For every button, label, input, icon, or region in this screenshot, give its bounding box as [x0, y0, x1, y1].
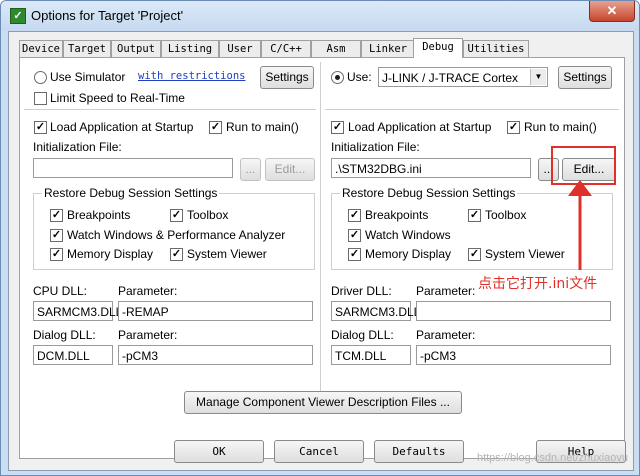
left-dialog-dll-input[interactable]: DCM.DLL: [33, 345, 113, 365]
debugger-select-value: J-LINK / J-TRACE Cortex: [382, 71, 519, 85]
annotation-text: 点击它打开.ini文件: [478, 276, 598, 292]
use-label: Use:: [347, 70, 372, 84]
right-system-viewer-checkbox[interactable]: ✓: [468, 248, 481, 261]
tab-utilities[interactable]: Utilities: [463, 40, 529, 57]
window-title: Options for Target 'Project': [31, 8, 184, 23]
use-simulator-label: Use Simulator: [50, 70, 126, 84]
left-load-app-label: Load Application at Startup: [50, 120, 194, 134]
right-dialog-dll-label: Dialog DLL:: [331, 328, 394, 342]
left-init-file-label: Initialization File:: [33, 140, 122, 154]
right-memory-checkbox[interactable]: ✓: [348, 248, 361, 261]
left-edit-button[interactable]: Edit...: [265, 158, 315, 181]
right-toolbox-checkbox[interactable]: ✓: [468, 209, 481, 222]
left-run-to-main-checkbox[interactable]: ✓: [209, 121, 222, 134]
annotation-arrow-icon: [568, 180, 592, 270]
left-system-viewer-checkbox[interactable]: ✓: [170, 248, 183, 261]
right-breakpoints-label: Breakpoints: [365, 208, 429, 222]
right-system-viewer-label: System Viewer: [485, 247, 565, 261]
limit-speed-checkbox[interactable]: [34, 92, 47, 105]
defaults-button[interactable]: Defaults: [374, 440, 464, 463]
tab-debug[interactable]: Debug: [413, 38, 463, 58]
cancel-button[interactable]: Cancel: [274, 440, 364, 463]
left-dialog-param-label: Parameter:: [118, 328, 178, 342]
left-breakpoints-checkbox[interactable]: ✓: [50, 209, 63, 222]
watermark: https://blog.csdn.net/zhuxiaoyu: [476, 452, 628, 464]
ok-button[interactable]: OK: [174, 440, 264, 463]
tab-target[interactable]: Target: [63, 40, 111, 57]
use-debugger-radio[interactable]: [331, 71, 344, 84]
left-breakpoints-label: Breakpoints: [67, 208, 131, 222]
use-simulator-radio[interactable]: [34, 71, 47, 84]
right-run-to-main-checkbox[interactable]: ✓: [507, 121, 520, 134]
right-init-file-label: Initialization File:: [331, 140, 420, 154]
right-watch-checkbox[interactable]: ✓: [348, 229, 361, 242]
debugger-select[interactable]: J-LINK / J-TRACE Cortex ▼: [378, 67, 548, 87]
right-dialog-param-label: Parameter:: [416, 328, 476, 342]
right-separator: [325, 109, 619, 110]
tab-output[interactable]: Output: [111, 40, 161, 57]
cpu-param-input[interactable]: -REMAP: [118, 301, 313, 321]
right-init-file-input[interactable]: .\STM32DBG.ini: [331, 158, 531, 178]
left-load-app-checkbox[interactable]: ✓: [34, 121, 47, 134]
chevron-down-icon[interactable]: ▼: [530, 69, 546, 85]
right-run-to-main-label: Run to main(): [524, 120, 597, 134]
left-init-file-input[interactable]: [33, 158, 233, 178]
left-restore-group: Restore Debug Session Settings ✓ Breakpo…: [33, 186, 315, 270]
title-bar: ✓ Options for Target 'Project' ✕: [1, 1, 639, 31]
right-dialog-param-input[interactable]: -pCM3: [416, 345, 611, 365]
debugger-settings-button[interactable]: Settings: [558, 66, 612, 89]
left-memory-checkbox[interactable]: ✓: [50, 248, 63, 261]
left-toolbox-label: Toolbox: [187, 208, 229, 222]
close-button[interactable]: ✕: [589, 1, 635, 22]
app-icon: ✓: [10, 8, 26, 24]
left-system-viewer-label: System Viewer: [187, 247, 267, 261]
right-breakpoints-checkbox[interactable]: ✓: [348, 209, 361, 222]
right-watch-label: Watch Windows: [365, 228, 451, 242]
right-restore-title: Restore Debug Session Settings: [340, 186, 518, 200]
driver-dll-label: Driver DLL:: [331, 284, 392, 298]
tab-c-cpp[interactable]: C/C++: [261, 40, 311, 57]
right-load-app-checkbox[interactable]: ✓: [331, 121, 344, 134]
right-load-app-label: Load Application at Startup: [348, 120, 492, 134]
left-separator: [24, 109, 316, 110]
manage-component-viewer-button[interactable]: Manage Component Viewer Description File…: [184, 391, 462, 414]
cpu-dll-input[interactable]: SARMCM3.DLL: [33, 301, 122, 321]
tab-user[interactable]: User: [219, 40, 261, 57]
right-dialog-dll-input[interactable]: TCM.DLL: [331, 345, 411, 365]
left-watch-label: Watch Windows & Performance Analyzer: [67, 228, 286, 242]
tab-device[interactable]: Device: [19, 40, 63, 57]
left-dialog-dll-label: Dialog DLL:: [33, 328, 96, 342]
options-dialog: ✓ Options for Target 'Project' ✕ Device …: [0, 0, 640, 476]
right-memory-label: Memory Display: [365, 247, 452, 261]
column-divider: [320, 62, 321, 400]
tab-listing[interactable]: Listing: [161, 40, 219, 57]
left-watch-checkbox[interactable]: ✓: [50, 229, 63, 242]
left-dialog-param-input[interactable]: -pCM3: [118, 345, 313, 365]
left-run-to-main-label: Run to main(): [226, 120, 299, 134]
driver-param-input[interactable]: [416, 301, 611, 321]
driver-param-label: Parameter:: [416, 284, 476, 298]
cpu-param-label: Parameter:: [118, 284, 178, 298]
right-toolbox-label: Toolbox: [485, 208, 527, 222]
left-memory-label: Memory Display: [67, 247, 154, 261]
cpu-dll-label: CPU DLL:: [33, 284, 88, 298]
debug-tab-panel: Use Simulator with restrictions Settings…: [19, 57, 625, 459]
dialog-client: Device Target Output Listing User C/C++ …: [8, 31, 634, 471]
tab-asm[interactable]: Asm: [311, 40, 361, 57]
with-restrictions-link[interactable]: with restrictions: [138, 70, 245, 82]
driver-dll-input[interactable]: SARMCM3.DLL: [331, 301, 420, 321]
left-browse-button[interactable]: ...: [240, 158, 261, 181]
left-restore-title: Restore Debug Session Settings: [42, 186, 220, 200]
tab-linker[interactable]: Linker: [361, 40, 415, 57]
left-toolbox-checkbox[interactable]: ✓: [170, 209, 183, 222]
limit-speed-label: Limit Speed to Real-Time: [50, 91, 185, 105]
simulator-settings-button[interactable]: Settings: [260, 66, 314, 89]
